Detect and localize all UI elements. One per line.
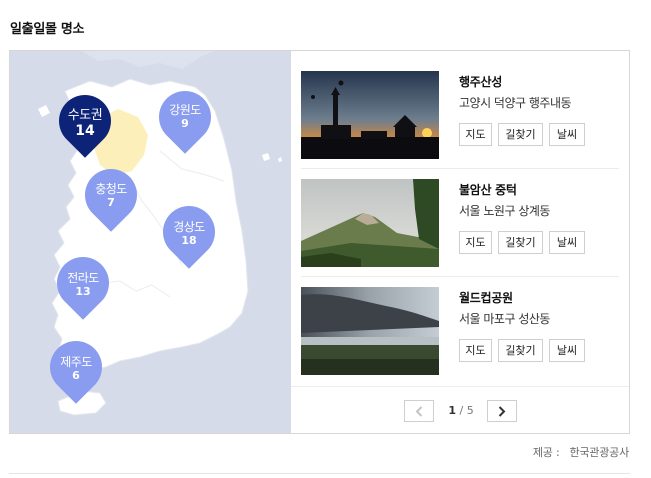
list-divider: [301, 168, 619, 169]
chevron-left-icon: [415, 406, 423, 417]
current-page: 1: [448, 404, 456, 417]
spot-thumbnail[interactable]: [301, 287, 439, 375]
spot-thumbnail[interactable]: [301, 179, 439, 267]
list-item: 불암산 중턱 서울 노원구 상계동 지도 길찾기 날씨: [301, 179, 619, 287]
region-name: 경상도: [173, 220, 205, 234]
spot-address: 서울 마포구 성산동: [459, 312, 550, 326]
region-name: 수도권: [67, 108, 103, 123]
prev-page-button[interactable]: [404, 400, 434, 422]
region-name: 전라도: [67, 271, 99, 285]
region-count: 18: [181, 234, 197, 247]
widget-title: 일출일몰 명소: [10, 22, 85, 37]
pagination: 1 / 5: [291, 386, 629, 433]
region-label-chungcheong[interactable]: 충청도 7: [81, 182, 141, 210]
spot-address: 서울 노원구 상계동: [459, 204, 550, 218]
source-label: 제공 :: [532, 446, 560, 459]
sunrise-sunset-panel: 수도권 14 강원도 9 충청도 7 경상도 18 전라도 13 제주도 6 행…: [9, 50, 630, 434]
map-button[interactable]: 지도: [459, 231, 492, 254]
route-button[interactable]: 길찾기: [498, 123, 543, 146]
weather-button[interactable]: 날씨: [549, 123, 585, 146]
region-count: 6: [72, 369, 80, 382]
chevron-right-icon: [498, 406, 506, 417]
spot-address: 고양시 덕양구 행주내동: [459, 96, 572, 110]
map-button[interactable]: 지도: [459, 339, 492, 362]
spot-name[interactable]: 행주산성: [459, 73, 502, 90]
region-label-gangwon[interactable]: 강원도 9: [155, 103, 215, 131]
region-label-gyeongsang[interactable]: 경상도 18: [159, 220, 219, 248]
page-indicator: 1 / 5: [441, 404, 481, 417]
list-divider: [301, 276, 619, 277]
next-page-button[interactable]: [487, 400, 517, 422]
list-item: 월드컵공원 서울 마포구 성산동 지도 길찾기 날씨: [301, 287, 619, 395]
region-name: 제주도: [60, 355, 92, 369]
route-button[interactable]: 길찾기: [498, 339, 543, 362]
total-pages: 5: [466, 404, 474, 417]
spot-list: 행주산성 고양시 덕양구 행주내동 지도 길찾기 날씨 불암산 중턱 서울 노원…: [291, 51, 629, 433]
region-count: 7: [107, 196, 115, 209]
region-count: 14: [75, 123, 95, 139]
list-item: 행주산성 고양시 덕양구 행주내동 지도 길찾기 날씨: [301, 71, 619, 179]
region-label-jeju[interactable]: 제주도 6: [46, 355, 106, 383]
source-provider: 한국관광공사: [569, 446, 629, 459]
spot-name[interactable]: 월드컵공원: [459, 289, 513, 306]
weather-button[interactable]: 날씨: [549, 339, 585, 362]
source-credit: 제공 : 한국관광공사: [533, 444, 629, 460]
route-button[interactable]: 길찾기: [498, 231, 543, 254]
region-name: 강원도: [169, 103, 201, 117]
region-label-sudogwon[interactable]: 수도권 14: [55, 109, 115, 140]
region-map: 수도권 14 강원도 9 충청도 7 경상도 18 전라도 13 제주도 6: [10, 51, 291, 433]
spot-thumbnail[interactable]: [301, 71, 439, 159]
region-label-jeolla[interactable]: 전라도 13: [53, 271, 113, 299]
page-separator: /: [459, 404, 464, 417]
map-button[interactable]: 지도: [459, 123, 492, 146]
region-count: 13: [75, 285, 91, 298]
region-name: 충청도: [95, 182, 127, 196]
spot-name[interactable]: 불암산 중턱: [459, 181, 517, 198]
region-count: 9: [181, 117, 189, 130]
bottom-divider: [9, 473, 630, 474]
weather-button[interactable]: 날씨: [549, 231, 585, 254]
